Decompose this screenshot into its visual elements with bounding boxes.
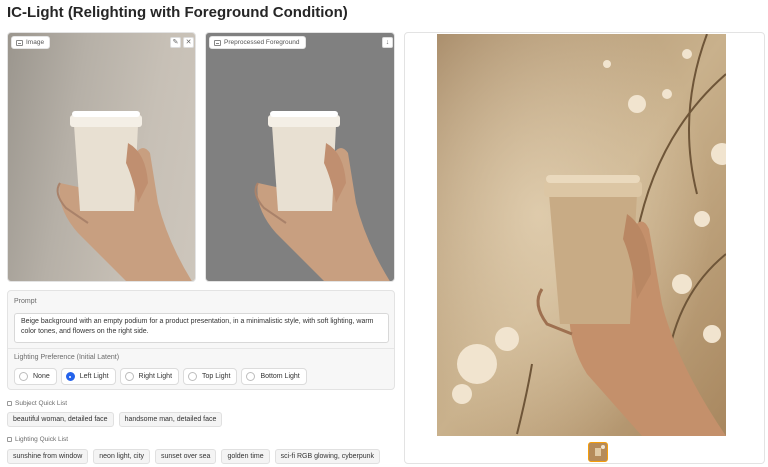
- pencil-icon: ✎: [172, 39, 179, 46]
- lighting-chip[interactable]: neon light, city: [93, 449, 151, 464]
- subject-chip[interactable]: beautiful woman, detailed face: [7, 412, 114, 427]
- lighting-quick-list: sunshine from window neon light, city su…: [7, 449, 381, 464]
- subject-quick-list-label: Subject Quick List: [15, 400, 68, 407]
- output-gallery: [404, 32, 765, 464]
- lighting-radio-group: None Left Light Right Light Top Light Bo…: [14, 368, 307, 385]
- subject-quick-list: beautiful woman, detailed face handsome …: [7, 412, 223, 427]
- preprocessed-label-text: Preprocessed Foreground: [224, 39, 300, 46]
- lighting-chip[interactable]: sunset over sea: [155, 449, 217, 464]
- lighting-label: Lighting Preference (Initial Latent): [14, 354, 120, 361]
- hand-with-cup-cutout: [254, 111, 390, 281]
- preprocessed-foreground-panel[interactable]: Preprocessed Foreground ↓: [205, 32, 395, 282]
- list-icon: [7, 401, 12, 406]
- input-image-panel[interactable]: Image ✎ ✕: [7, 32, 196, 282]
- section-divider: [8, 348, 394, 349]
- lighting-chip[interactable]: sunshine from window: [7, 449, 89, 464]
- close-icon: ✕: [185, 39, 192, 46]
- radio-right-light[interactable]: Right Light: [119, 368, 180, 385]
- page-title: IC-Light (Relighting with Foreground Con…: [7, 4, 348, 21]
- radio-top-light[interactable]: Top Light: [183, 368, 238, 385]
- radio-dot: [19, 372, 28, 381]
- radio-bottom-light[interactable]: Bottom Light: [241, 368, 307, 385]
- subject-quick-list-header: Subject Quick List: [7, 400, 67, 407]
- preprocessed-label: Preprocessed Foreground: [209, 36, 306, 49]
- input-image-label-text: Image: [26, 39, 45, 46]
- prompt-textarea[interactable]: Beige background with an empty podium fo…: [14, 313, 389, 343]
- lighting-chip[interactable]: sci-fi RGB glowing, cyberpunk: [274, 449, 381, 464]
- lighting-quick-list-label: Lighting Quick List: [15, 436, 69, 443]
- edit-button[interactable]: ✎: [170, 37, 181, 48]
- prompt-section: Prompt Beige background with an empty po…: [7, 290, 395, 390]
- download-icon: ↓: [385, 39, 390, 46]
- list-icon: [7, 437, 12, 442]
- download-button[interactable]: ↓: [382, 37, 393, 48]
- thumbnail-image: [589, 443, 607, 461]
- radio-none[interactable]: None: [14, 368, 57, 385]
- radio-label: Left Light: [79, 373, 109, 380]
- input-image-label: Image: [11, 36, 51, 49]
- clear-image-button[interactable]: ✕: [183, 37, 194, 48]
- gallery-thumbnail[interactable]: [588, 442, 608, 462]
- radio-dot-selected: [65, 372, 75, 381]
- image-icon: [214, 39, 221, 46]
- radio-left-light[interactable]: Left Light: [60, 368, 116, 385]
- lighting-chip[interactable]: golden time: [221, 449, 270, 464]
- relit-output-image[interactable]: [437, 34, 726, 436]
- radio-label: Top Light: [202, 373, 231, 380]
- radio-dot: [188, 372, 198, 381]
- hand-with-cup-illustration: [56, 111, 192, 281]
- radio-dot: [246, 372, 256, 381]
- radio-label: Bottom Light: [260, 373, 300, 380]
- radio-dot: [124, 372, 134, 381]
- image-icon: [16, 39, 23, 46]
- radio-label: Right Light: [138, 373, 173, 380]
- radio-label: None: [33, 373, 50, 380]
- prompt-label: Prompt: [14, 298, 37, 305]
- subject-chip[interactable]: handsome man, detailed face: [118, 412, 223, 427]
- lighting-quick-list-header: Lighting Quick List: [7, 436, 68, 443]
